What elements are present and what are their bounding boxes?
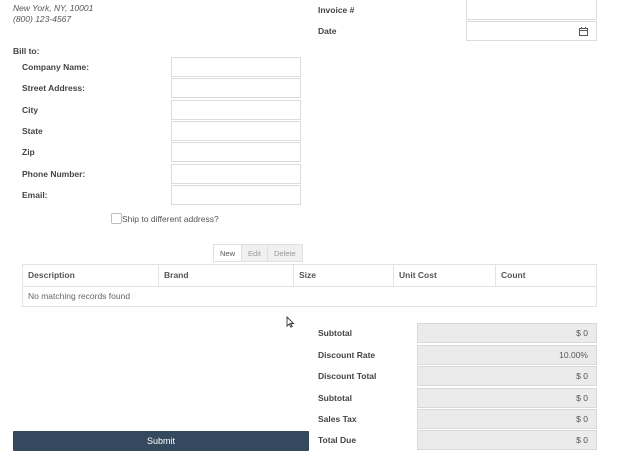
company-name-label: Company Name: [22, 62, 90, 72]
bill-to-title: Bill to: [13, 46, 40, 56]
subtotal-label: Subtotal [318, 328, 352, 338]
street-address-input[interactable] [171, 78, 301, 98]
new-button[interactable]: New [213, 244, 243, 262]
table-header: Description Brand Size Unit Cost Count [23, 265, 596, 287]
sales-tax-label: Sales Tax [318, 414, 357, 424]
invoice-number-label: Invoice # [318, 5, 355, 15]
calendar-icon[interactable] [579, 27, 588, 36]
company-address: New York, NY, 10001 [13, 3, 94, 13]
column-header-description[interactable]: Description [23, 265, 159, 286]
email-input[interactable] [171, 185, 301, 205]
items-table: Description Brand Size Unit Cost Count N… [22, 264, 597, 307]
ship-different-checkbox[interactable] [111, 213, 122, 224]
city-label: City [22, 105, 39, 115]
edit-button[interactable]: Edit [241, 244, 268, 262]
sales-tax-value: $ 0 [417, 409, 597, 429]
discount-total-value: $ 0 [417, 366, 597, 386]
discount-total-label: Discount Total [318, 371, 377, 381]
street-address-label: Street Address: [22, 83, 85, 93]
discount-rate-value[interactable]: 10.00% [417, 345, 597, 365]
column-header-brand[interactable]: Brand [159, 265, 294, 286]
phone-number-input[interactable] [171, 164, 301, 184]
delete-button[interactable]: Delete [266, 244, 303, 262]
ship-different-label[interactable]: Ship to different address? [122, 214, 219, 224]
empty-table-message: No matching records found [28, 291, 131, 301]
company-phone: (800) 123-4567 [13, 14, 72, 24]
zip-label: Zip [22, 147, 35, 157]
state-input[interactable] [171, 121, 301, 141]
subtotal-after-discount-value: $ 0 [417, 388, 597, 408]
submit-button[interactable]: Submit [13, 431, 309, 451]
phone-number-label: Phone Number: [22, 169, 86, 179]
email-label: Email: [22, 190, 48, 200]
state-label: State [22, 126, 43, 136]
column-header-unit-cost[interactable]: Unit Cost [394, 265, 496, 286]
date-input[interactable] [466, 21, 597, 41]
total-due-label: Total Due [318, 435, 357, 445]
subtotal-value: $ 0 [417, 323, 597, 343]
column-header-count[interactable]: Count [496, 265, 596, 286]
discount-rate-label: Discount Rate [318, 350, 376, 360]
invoice-number-input[interactable] [466, 0, 597, 20]
column-header-size[interactable]: Size [294, 265, 394, 286]
city-input[interactable] [171, 100, 301, 120]
table-toolbar: New Edit Delete [213, 244, 303, 262]
company-name-input[interactable] [171, 57, 301, 77]
subtotal-after-discount-label: Subtotal [318, 393, 352, 403]
total-due-value: $ 0 [417, 430, 597, 450]
date-label: Date [318, 26, 337, 36]
mouse-cursor-icon [286, 316, 295, 328]
zip-input[interactable] [171, 142, 301, 162]
